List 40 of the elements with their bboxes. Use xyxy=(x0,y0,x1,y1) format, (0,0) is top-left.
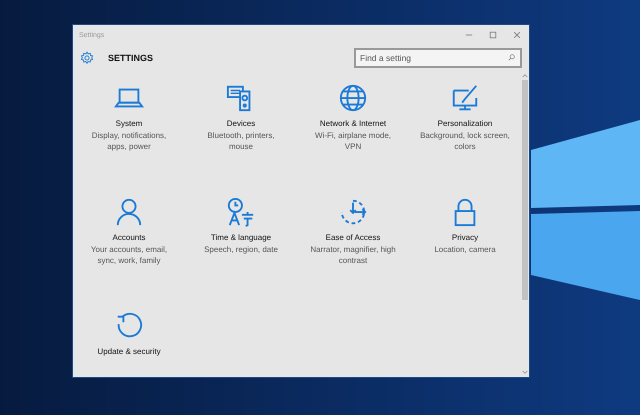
category-tile[interactable]: Accounts Your accounts, email, sync, work, family xyxy=(73,197,185,311)
scroll-down-icon[interactable] xyxy=(522,370,528,375)
category-title: System xyxy=(116,118,142,130)
category-title: Accounts xyxy=(112,232,146,244)
scrollbar-thumb[interactable] xyxy=(522,80,528,300)
category-title: Update & security xyxy=(97,346,161,358)
maximize-icon[interactable] xyxy=(489,31,497,39)
scroll-up-icon[interactable] xyxy=(522,73,528,78)
category-tile[interactable]: Personalization Background, lock screen, colors xyxy=(409,83,521,197)
category-tile[interactable]: Privacy Location, camera xyxy=(409,197,521,311)
category-description: Background, lock screen, colors xyxy=(420,130,510,152)
category-description: Speech, region, date xyxy=(203,244,279,255)
page-title: SETTINGS xyxy=(108,53,154,63)
category-description: Display, notifications, apps, power xyxy=(90,130,168,152)
category-description: Location, camera xyxy=(433,244,497,255)
category-tile[interactable]: Ease of Access Narrator, magnifier, high contrast xyxy=(297,197,409,311)
monitor-brush-icon xyxy=(450,83,480,113)
category-title: Time & language xyxy=(210,232,272,244)
search-icon[interactable] xyxy=(508,54,515,61)
category-tile[interactable]: System Display, notifications, apps, power xyxy=(73,83,185,197)
category-description: Your accounts, email, sync, work, family xyxy=(90,244,168,266)
clock-letter-icon xyxy=(226,197,256,227)
category-description: Narrator, magnifier, high contrast xyxy=(309,244,397,266)
search-field[interactable]: Find a setting xyxy=(354,48,522,68)
category-tile[interactable]: Update & security xyxy=(73,311,185,377)
settings-icon xyxy=(80,51,94,65)
category-title: Network & Internet xyxy=(320,118,386,130)
category-tile[interactable]: Time & language Speech, region, date xyxy=(185,197,297,311)
category-tile[interactable]: Devices Bluetooth, printers, mouse xyxy=(185,83,297,197)
category-title: Privacy xyxy=(452,232,478,244)
category-title: Ease of Access xyxy=(326,232,380,244)
scrollbar[interactable] xyxy=(521,71,528,377)
category-description: Wi-Fi, airplane mode, VPN xyxy=(314,130,392,152)
category-title: Devices xyxy=(226,118,256,130)
category-description: Bluetooth, printers, mouse xyxy=(206,130,276,152)
close-icon[interactable] xyxy=(513,31,521,39)
category-tile[interactable]: Network & Internet Wi-Fi, airplane mode, VPN xyxy=(297,83,409,197)
category-title: Personalization xyxy=(438,118,492,130)
person-icon xyxy=(114,197,144,227)
globe-icon xyxy=(338,83,368,113)
